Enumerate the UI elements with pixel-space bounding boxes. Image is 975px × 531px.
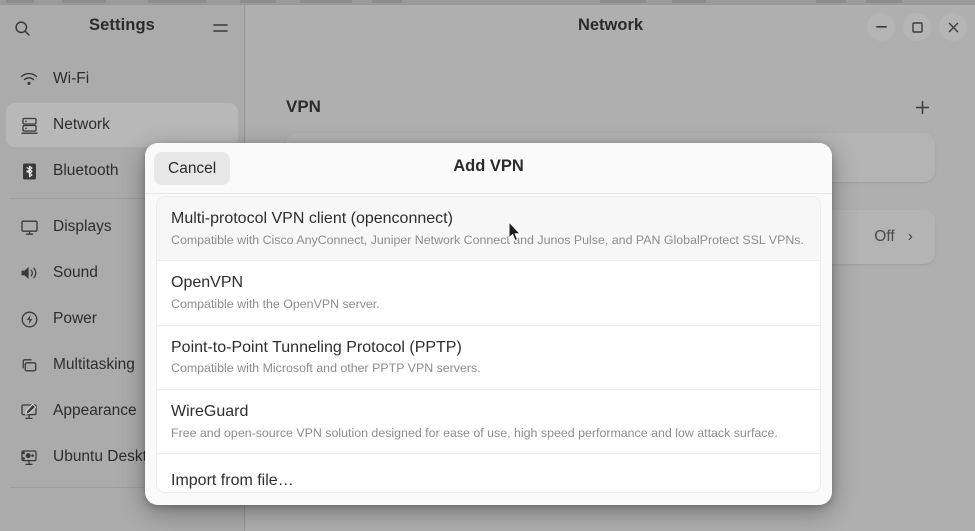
- network-icon: [18, 114, 40, 136]
- sidebar-item-label: Multitasking: [53, 356, 135, 373]
- vpn-type-description: Compatible with Microsoft and other PPTP…: [171, 361, 481, 376]
- sidebar-item-label: Bluetooth: [53, 162, 119, 179]
- sidebar-item-wifi[interactable]: Wi-Fi: [6, 57, 238, 101]
- sidebar-item-label: Wi-Fi: [53, 70, 90, 87]
- minimize-button[interactable]: [867, 13, 895, 41]
- settings-window: Settings Wi-Fi Network Bluetooth Display…: [0, 5, 975, 531]
- sidebar-item-label: Network: [53, 116, 110, 133]
- vpn-type-description: Compatible with Cisco AnyConnect, Junipe…: [171, 232, 804, 247]
- list-item[interactable]: OpenVPN Compatible with the OpenVPN serv…: [157, 261, 820, 326]
- vpn-section-header: VPN: [286, 90, 935, 124]
- sidebar-item-label: Sound: [53, 264, 98, 281]
- row-status-value: Off: [874, 228, 895, 245]
- sound-icon: [18, 262, 40, 284]
- vpn-type-description: Free and open-source VPN solution design…: [171, 425, 778, 440]
- sidebar-item-label: Displays: [53, 218, 112, 235]
- close-button[interactable]: [939, 13, 967, 41]
- vpn-type-name: OpenVPN: [171, 274, 244, 292]
- vpn-section-title: VPN: [286, 97, 321, 116]
- ubuntu-desktop-icon: [18, 446, 40, 468]
- vpn-type-list: Multi-protocol VPN client (openconnect) …: [156, 196, 821, 493]
- window-titlebar: Network: [246, 5, 975, 48]
- hamburger-menu-icon[interactable]: [207, 15, 233, 41]
- power-icon: [18, 308, 40, 330]
- add-vpn-dialog: Cancel Add VPN Multi-protocol VPN client…: [145, 143, 832, 505]
- sidebar-item-label: Appearance: [53, 402, 137, 419]
- display-icon: [18, 216, 40, 238]
- vpn-type-name: Multi-protocol VPN client (openconnect): [171, 210, 453, 227]
- bluetooth-icon: [18, 160, 40, 182]
- screen: Settings Wi-Fi Network Bluetooth Display…: [0, 0, 975, 531]
- window-controls: [867, 13, 967, 41]
- page-title: Network: [577, 16, 644, 34]
- list-item[interactable]: Point-to-Point Tunneling Protocol (PPTP)…: [157, 325, 820, 390]
- vpn-type-description: Compatible with the OpenVPN server.: [171, 296, 380, 311]
- wifi-icon: [18, 68, 40, 90]
- chevron-right-icon: ›: [907, 228, 913, 245]
- list-item-import-from-file[interactable]: Import from file…: [157, 454, 820, 492]
- list-item[interactable]: WireGuard Free and open-source VPN solut…: [157, 389, 820, 455]
- sidebar-header: Settings: [0, 5, 244, 48]
- dialog-title: Add VPN: [453, 157, 524, 175]
- multitasking-icon: [18, 354, 40, 376]
- plus-icon[interactable]: [909, 94, 935, 120]
- sidebar-item-label: Power: [53, 310, 97, 327]
- vpn-type-name: WireGuard: [171, 402, 249, 420]
- appearance-icon: [18, 400, 40, 422]
- list-item[interactable]: Multi-protocol VPN client (openconnect) …: [157, 197, 820, 262]
- vpn-type-name: Point-to-Point Tunneling Protocol (PPTP): [171, 338, 462, 356]
- dialog-header: Cancel Add VPN: [145, 143, 832, 194]
- vpn-type-name: Import from file…: [171, 472, 294, 490]
- maximize-button[interactable]: [903, 13, 931, 41]
- sidebar-item-network[interactable]: Network: [6, 103, 238, 147]
